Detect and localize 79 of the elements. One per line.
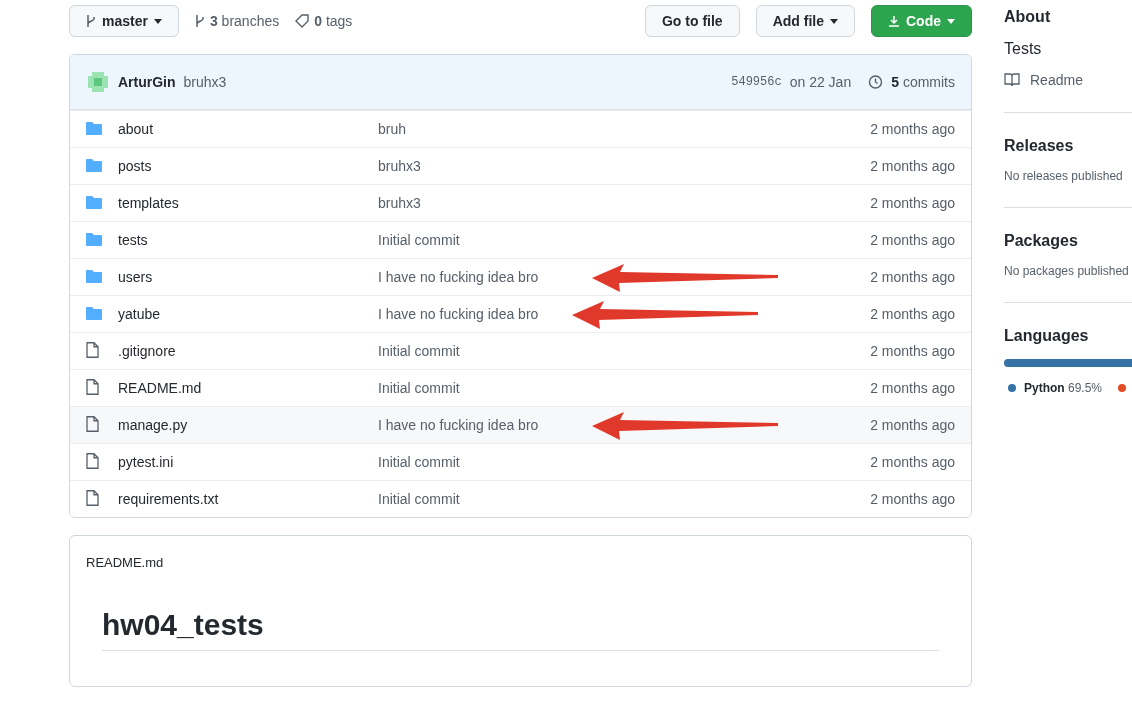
packages-note: No packages published xyxy=(1004,264,1130,278)
file-age: 2 months ago xyxy=(870,232,955,248)
branch-icon xyxy=(194,14,205,28)
folder-icon xyxy=(86,120,102,135)
commit-message[interactable]: Initial commit xyxy=(378,454,460,470)
commit-message[interactable]: I have no fucking idea bro xyxy=(378,417,539,433)
file-name[interactable]: tests xyxy=(118,232,148,248)
file-icon xyxy=(86,452,99,469)
commit-message[interactable]: bruhx3 xyxy=(183,74,227,90)
section-title: Languages xyxy=(1004,327,1090,345)
file-name[interactable]: .gitignore xyxy=(118,343,176,359)
readme-filename: README.md xyxy=(85,554,165,570)
section-title: About xyxy=(1004,8,1052,26)
commit-hash[interactable]: 549956c xyxy=(731,75,782,89)
commit-message[interactable]: Initial commit xyxy=(378,232,460,248)
commit-author[interactable]: ArturGin xyxy=(118,74,176,90)
folder-icon xyxy=(86,305,102,320)
commits-link[interactable]: 5 commits xyxy=(891,74,955,90)
file-name[interactable]: posts xyxy=(118,158,152,174)
file-age: 2 months ago xyxy=(870,121,955,137)
branch-icon xyxy=(86,14,96,28)
commit-message[interactable]: Initial commit xyxy=(378,343,460,359)
branch-select[interactable]: master xyxy=(69,5,179,37)
file-row[interactable]: yatube I have no fucking idea bro 2 months ago xyxy=(70,295,971,332)
commit-message[interactable]: Initial commit xyxy=(378,491,460,507)
tag-icon xyxy=(295,14,310,28)
tags-link[interactable]: 0 tags xyxy=(314,13,353,29)
commit-message[interactable]: I have no fucking idea bro xyxy=(378,269,539,285)
caret-icon xyxy=(153,18,162,24)
folder-icon xyxy=(86,194,102,209)
file-age: 2 months ago xyxy=(870,343,955,359)
file-name[interactable]: templates xyxy=(118,195,179,211)
folder-icon xyxy=(86,231,102,246)
commit-message[interactable]: bruhx3 xyxy=(378,158,421,174)
add-file-button[interactable]: Add file xyxy=(755,5,855,37)
history-icon xyxy=(867,74,884,90)
file-age: 2 months ago xyxy=(870,269,955,285)
caret-icon xyxy=(830,18,838,24)
file-age: 2 months ago xyxy=(870,380,955,396)
file-row[interactable]: requirements.txt Initial commit 2 months ago xyxy=(70,480,971,517)
file-name[interactable]: README.md xyxy=(118,380,202,396)
file-name[interactable]: requirements.txt xyxy=(118,491,219,507)
file-age: 2 months ago xyxy=(870,306,955,322)
file-age: 2 months ago xyxy=(870,491,955,507)
language-name[interactable]: Python 69.5% xyxy=(1024,381,1103,395)
commit-message[interactable]: I have no fucking idea bro xyxy=(378,306,539,322)
avatar-icon xyxy=(86,70,110,94)
file-icon xyxy=(86,378,99,395)
folder-icon xyxy=(86,268,102,283)
repo-description: Tests xyxy=(1004,40,1043,58)
file-row[interactable]: users I have no fucking idea bro 2 months ago xyxy=(70,258,971,295)
file-age: 2 months ago xyxy=(870,158,955,174)
file-name[interactable]: manage.py xyxy=(118,417,188,433)
branches-link[interactable]: 3 branches xyxy=(209,13,280,29)
file-name[interactable]: pytest.ini xyxy=(118,454,174,470)
commit-date: on 22 Jan xyxy=(789,74,852,90)
releases-note: No releases published xyxy=(1004,169,1124,183)
folder-icon xyxy=(86,157,102,172)
file-name[interactable]: yatube xyxy=(118,306,161,322)
commit-message[interactable]: bruh xyxy=(378,121,407,137)
caret-icon xyxy=(947,18,955,24)
book-icon xyxy=(1004,73,1020,87)
file-name[interactable]: users xyxy=(118,269,153,285)
file-icon xyxy=(86,415,99,432)
readme-heading: hw04_tests xyxy=(102,608,939,651)
section-title: Releases xyxy=(1004,137,1075,155)
go-to-file-button[interactable]: Go to file xyxy=(645,5,740,37)
file-row[interactable]: manage.py I have no fucking idea bro 2 months ago xyxy=(70,406,971,443)
file-name[interactable]: about xyxy=(118,121,154,137)
file-age: 2 months ago xyxy=(870,195,955,211)
readme-link[interactable]: Readme xyxy=(1030,72,1083,88)
file-age: 2 months ago xyxy=(870,417,955,433)
commit-message[interactable]: Initial commit xyxy=(378,380,460,396)
download-icon xyxy=(888,15,900,27)
file-icon xyxy=(86,489,99,506)
commit-message[interactable]: bruhx3 xyxy=(378,195,421,211)
file-age: 2 months ago xyxy=(870,454,955,470)
section-title: Packages xyxy=(1004,232,1079,250)
file-icon xyxy=(86,341,99,358)
